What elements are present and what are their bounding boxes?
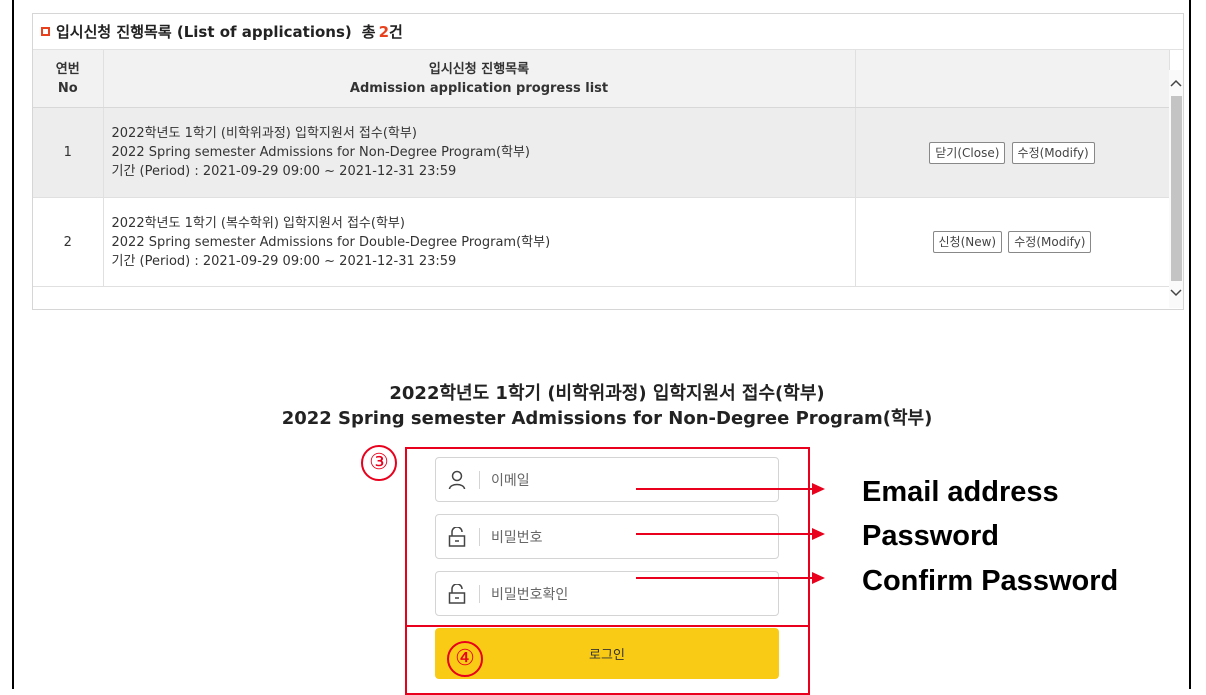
- form-title-en: 2022 Spring semester Admissions for Non-…: [281, 408, 933, 429]
- form-title-kr: 2022학년도 1학기 (비학위과정) 입학지원서 접수(학부): [389, 383, 825, 404]
- field-separator: [479, 527, 480, 546]
- row-no: 1: [33, 107, 104, 198]
- row-description: 2022학년도 1학기 (복수학위) 입학지원서 접수(학부) 2022 Spr…: [103, 197, 856, 287]
- applications-panel: 입시신청 진행목록 (List of applications) 총 2 건 연…: [32, 13, 1184, 310]
- arrow-right-icon: [812, 528, 825, 540]
- row-actions: 신청(New) 수정(Modify): [855, 197, 1170, 287]
- password-annotation: Password: [862, 520, 999, 552]
- header-actions: [855, 50, 1170, 108]
- row-period: 기간 (Period) : 2021-09-29 09:00 ~ 2021-12…: [111, 253, 457, 269]
- arrow-right-icon: [812, 483, 825, 495]
- confirm-placeholder: 비밀번호확인: [491, 586, 569, 603]
- confirm-arrow-line: [636, 577, 812, 579]
- field-separator: [479, 470, 480, 489]
- count-value: 2: [378, 22, 389, 41]
- lock-icon: [447, 583, 467, 605]
- password-field[interactable]: 비밀번호: [435, 514, 779, 559]
- header-no: 연번 No: [33, 50, 104, 108]
- table-row[interactable]: 2 2022학년도 1학기 (복수학위) 입학지원서 접수(학부) 2022 S…: [33, 197, 1170, 287]
- count-suffix: 건: [389, 23, 403, 41]
- login-button-label: 로그인: [589, 648, 625, 663]
- table-header-row: 연번 No 입시신청 진행목록 Admission application pr…: [33, 50, 1170, 108]
- header-list: 입시신청 진행목록 Admission application progress…: [103, 50, 856, 108]
- user-icon: [447, 469, 467, 491]
- header-no-en: No: [57, 80, 78, 96]
- email-field[interactable]: 이메일: [435, 457, 779, 502]
- login-button[interactable]: 로그인: [435, 628, 779, 679]
- scrollbar-thumb[interactable]: [1171, 96, 1182, 281]
- password-arrow-line: [636, 533, 812, 535]
- count-prefix: 총: [361, 23, 376, 41]
- lock-icon: [447, 526, 467, 548]
- email-arrow-line: [636, 488, 812, 490]
- applications-table: 연번 No 입시신청 진행목록 Admission application pr…: [33, 50, 1170, 287]
- square-bullet-icon: [41, 27, 50, 36]
- field-separator: [479, 584, 480, 603]
- header-no-kr: 연번: [55, 61, 80, 77]
- row-title-en: 2022 Spring semester Admissions for Non-…: [111, 145, 531, 160]
- row-title-kr: 2022학년도 1학기 (비학위과정) 입학지원서 접수(학부): [111, 126, 417, 141]
- row-period: 기간 (Period) : 2021-09-29 09:00 ~ 2021-12…: [111, 164, 457, 179]
- password-placeholder: 비밀번호: [491, 529, 543, 546]
- confirm-annotation: Confirm Password: [862, 565, 1119, 597]
- header-list-kr: 입시신청 진행목록: [428, 61, 530, 77]
- panel-title: 입시신청 진행목록 (List of applications): [56, 23, 352, 41]
- table-row[interactable]: 1 2022학년도 1학기 (비학위과정) 입학지원서 접수(학부) 2022 …: [33, 107, 1170, 198]
- chevron-up-icon[interactable]: [1170, 76, 1182, 90]
- row-no: 2: [33, 197, 104, 287]
- row-title-en: 2022 Spring semester Admissions for Doub…: [111, 234, 551, 250]
- new-button[interactable]: 신청(New): [932, 231, 1003, 253]
- header-list-en: Admission application progress list: [349, 80, 609, 96]
- row-description: 2022학년도 1학기 (비학위과정) 입학지원서 접수(학부) 2022 Sp…: [103, 107, 856, 198]
- email-placeholder: 이메일: [491, 472, 530, 489]
- modify-button[interactable]: 수정(Modify): [1011, 141, 1095, 164]
- chevron-down-icon[interactable]: [1170, 286, 1182, 300]
- row-title-kr: 2022학년도 1학기 (복수학위) 입학지원서 접수(학부): [111, 215, 405, 231]
- modify-button[interactable]: 수정(Modify): [1008, 231, 1092, 253]
- row-actions: 닫기(Close) 수정(Modify): [855, 107, 1170, 198]
- close-button[interactable]: 닫기(Close): [929, 141, 1006, 164]
- step4-marker: ④: [447, 641, 483, 677]
- form-title: 2022학년도 1학기 (비학위과정) 입학지원서 접수(학부) 2022 Sp…: [263, 381, 951, 431]
- arrow-right-icon: [812, 572, 825, 584]
- step3-marker: ③: [361, 445, 397, 481]
- panel-header: 입시신청 진행목록 (List of applications) 총 2 건: [33, 14, 1183, 50]
- email-annotation: Email address: [862, 476, 1059, 508]
